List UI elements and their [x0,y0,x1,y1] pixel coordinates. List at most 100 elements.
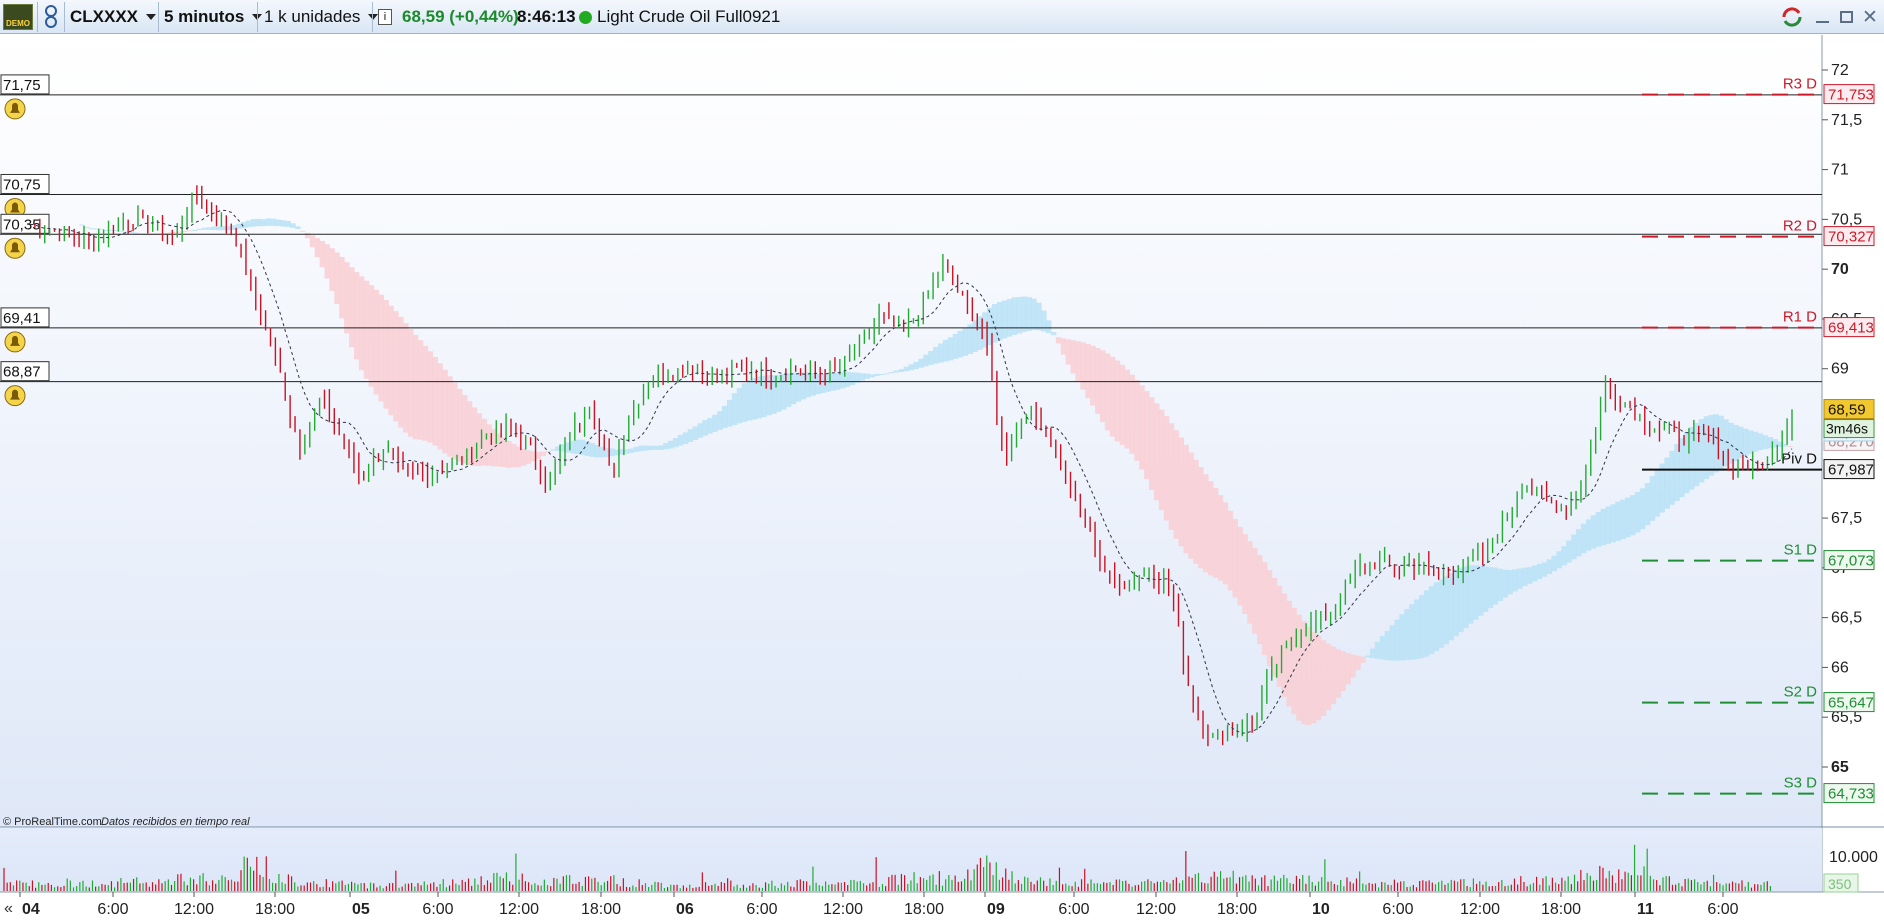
link-icon[interactable] [42,0,62,34]
cloud-segment [329,248,335,291]
cloud-segment [712,414,718,432]
cloud-segment [1134,379,1140,461]
cloud-segment [1664,457,1670,509]
x-tick-label: 6:00 [1058,901,1089,918]
cloud-segment [1247,541,1253,624]
cloud-segment [1443,576,1450,645]
cloud-segment [1634,492,1641,533]
cloud-segment [1414,599,1420,660]
cloud-segment [849,372,856,386]
cloud-segment [1217,495,1224,581]
cloud-segment [1590,515,1597,549]
cloud-segment [550,449,556,451]
cloud-segment [653,445,659,450]
cloud-segment [1301,621,1307,725]
cloud-segment [1178,437,1184,547]
cloud-segment [133,232,139,234]
cloud-segment [201,227,208,230]
cloud-segment [741,383,748,422]
cloud-segment [118,230,124,232]
cloud-segment [525,450,532,464]
cloud-segment [1163,416,1170,521]
cloud-segment [668,440,674,449]
cloud-segment [1630,495,1636,536]
x-tick-label: 18:00 [581,901,621,918]
maximize-icon[interactable] [1840,0,1853,34]
cloud-segment [349,267,355,348]
cloud-segment [1075,341,1081,382]
cloud-segment [1708,414,1715,476]
cloud-segment [844,371,851,387]
cloud-segment [658,445,664,450]
x-tick-label: 18:00 [1217,901,1257,918]
x-tick-label: 10 [1312,901,1330,918]
pivot-name: R2 D [1783,218,1817,235]
cloud-segment [191,229,198,231]
x-tick-label: 06 [676,901,694,918]
x-tick-label: 18:00 [1541,901,1581,918]
cloud-segment [1576,529,1582,557]
cloud-segment [187,230,193,232]
cloud-segment [1168,423,1175,530]
x-tick-label: 6:00 [422,901,453,918]
cloud-segment [1404,609,1410,660]
info-icon[interactable]: i [378,0,392,34]
cloud-segment [1742,428,1749,456]
cloud-segment [1001,300,1008,339]
cloud-segment [1207,481,1214,576]
copyright-text: © ProRealTime.com [3,816,102,828]
cloud-segment [1021,296,1027,333]
x-tick-label: 6:00 [1382,901,1413,918]
cloud-segment [1045,320,1052,334]
cloud-segment [1639,488,1646,530]
cloud-segment [1566,540,1572,563]
cloud-segment [1325,643,1332,711]
cloud-segment [1571,534,1577,560]
pivot-price-tag: 71,753 [1828,87,1874,104]
cloud-segment [1644,482,1651,526]
symbol-selector[interactable]: CLXXXX [70,0,157,34]
cloud-segment [1747,430,1754,454]
close-icon[interactable]: ✕ [1862,0,1878,34]
refresh-icon[interactable] [1780,0,1804,34]
cloud-segment [888,371,895,374]
cloud-segment [1311,631,1317,724]
last-price-tag: 68,59 [1828,402,1866,419]
cloud-segment [1198,467,1204,569]
cloud-segment [1423,590,1430,657]
chart[interactable]: 71,7570,7570,3569,4168,87 Piv DR1 DR2 DR… [0,34,1884,922]
volume-axis-label: 10.000 [1829,849,1878,866]
pivot-name: S3 D [1784,775,1818,792]
cloud-segment [957,330,964,358]
cloud-segment [1561,546,1567,566]
scroll-left-icon[interactable]: « [4,900,13,917]
cloud-segment [672,437,679,448]
bell-icon [4,331,26,353]
cloud-segment [1095,347,1101,414]
minimize-icon[interactable] [1816,0,1829,34]
cloud-segment [540,451,546,456]
cloud-segment [1188,452,1194,559]
cloud-segment [368,285,375,387]
cloud-segment [1551,555,1558,572]
cloud-segment [1099,350,1106,423]
cloud-segment [1158,409,1165,511]
cloud-segment [1728,422,1734,464]
cloud-segment [697,423,704,438]
cloud-segment [1109,356,1116,437]
cloud-segment [1345,652,1351,685]
cloud-segment [1355,655,1361,671]
y-tick-label: 65 [1831,759,1849,776]
x-tick-label: 12:00 [499,901,539,918]
cloud-segment [1203,474,1209,573]
cloud-segment [726,399,733,427]
cloud-segment [211,226,218,231]
timeframe-selector[interactable]: 5 minutos [164,0,263,34]
cloud-segment [506,440,512,468]
cloud-segment [285,220,291,227]
cloud-segment [991,304,998,343]
units-selector[interactable]: 1 k unidades [264,0,379,34]
cloud-segment [437,363,443,450]
pivot-price-tag: 67,987 [1828,462,1874,479]
cloud-segment [933,346,939,364]
